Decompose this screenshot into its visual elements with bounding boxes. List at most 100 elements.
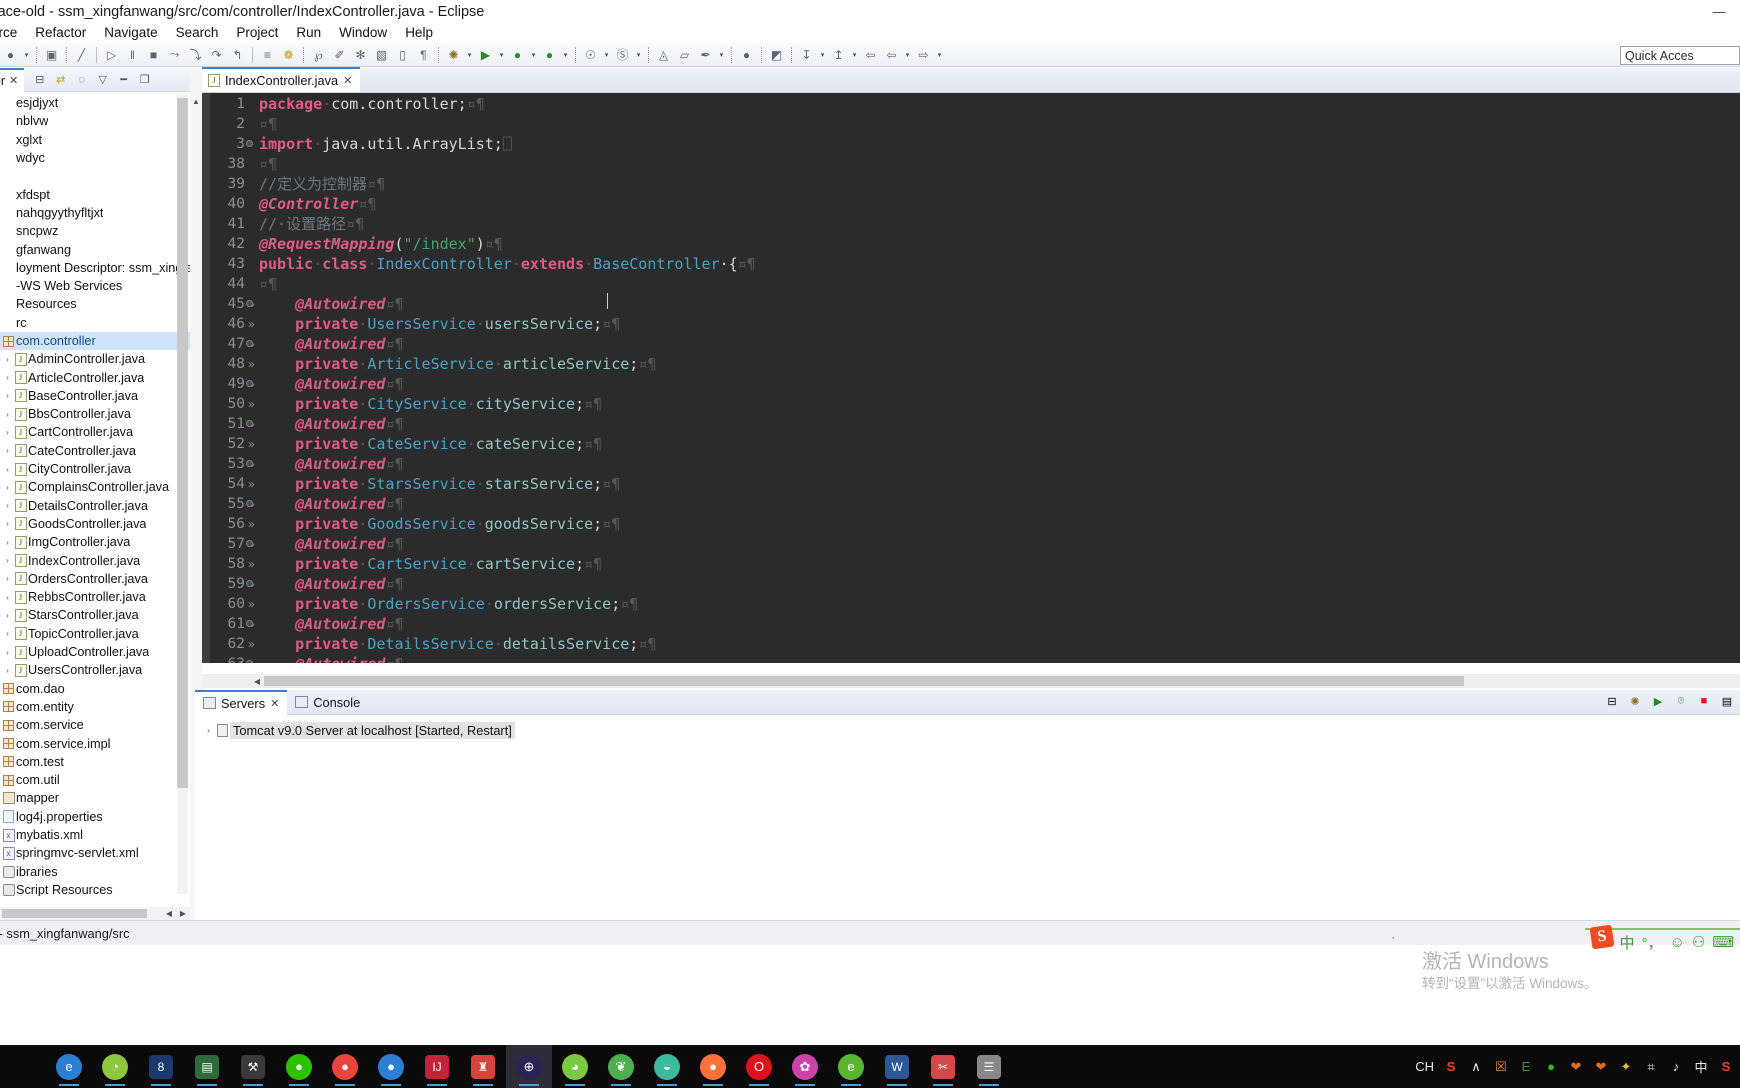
tree-item-indexcontroller-java[interactable]: › J IndexController.java bbox=[0, 551, 190, 569]
menu-item-search[interactable]: Search bbox=[167, 23, 228, 43]
open-package-icon[interactable]: ◬ bbox=[653, 45, 674, 65]
tree-item-cartcontroller-java[interactable]: › J CartController.java bbox=[0, 423, 190, 441]
chevron-left-icon[interactable]: ◀ bbox=[250, 674, 264, 688]
fold-marker[interactable] bbox=[248, 174, 259, 194]
chevron-right-icon[interactable]: › bbox=[2, 574, 13, 583]
tab-package-explorer[interactable]: lorer ✕ bbox=[0, 67, 25, 92]
code-line[interactable]: @Autowired¤¶ bbox=[259, 494, 1740, 514]
fold-marker[interactable]: » bbox=[248, 594, 259, 614]
pencil-icon[interactable]: ✐ bbox=[329, 45, 350, 65]
tree-item-com-util[interactable]: com.util bbox=[0, 771, 190, 789]
tree-item-starscontroller-java[interactable]: › J StarsController.java bbox=[0, 606, 190, 624]
code-line[interactable]: private·ArticleService·articleService;¤¶ bbox=[259, 354, 1740, 374]
code-line[interactable]: @Autowired¤¶ bbox=[259, 574, 1740, 594]
chevron-right-icon[interactable]: › bbox=[2, 593, 13, 602]
chevron-right-icon[interactable]: › bbox=[2, 611, 13, 620]
close-icon[interactable]: ✕ bbox=[343, 74, 352, 87]
tree-item-com-dao[interactable]: com.dao bbox=[0, 680, 190, 698]
taskbar-ie-icon[interactable]: e bbox=[46, 1045, 92, 1088]
menu-item-navigate[interactable]: Navigate bbox=[95, 23, 166, 43]
tree-item-goodscontroller-java[interactable]: › J GoodsController.java bbox=[0, 515, 190, 533]
tree-item-articlecontroller-java[interactable]: › J ArticleController.java bbox=[0, 368, 190, 386]
taskbar-eclipse-icon[interactable]: ⊕ bbox=[506, 1045, 552, 1088]
fold-marker[interactable]: » bbox=[248, 434, 259, 454]
chevron-right-icon[interactable]: › bbox=[2, 501, 13, 510]
tree-item-uploadcontroller-java[interactable]: › J UploadController.java bbox=[0, 643, 190, 661]
fold-marker[interactable]: » bbox=[248, 554, 259, 574]
toggle-block-icon[interactable]: ▯ bbox=[392, 45, 413, 65]
code-line[interactable]: private·StarsService·starsService;¤¶ bbox=[259, 474, 1740, 494]
profile-icon[interactable]: ● bbox=[539, 45, 560, 65]
minimize-button[interactable]: — bbox=[1698, 0, 1740, 23]
upload-dropdown[interactable]: ▾ bbox=[849, 45, 860, 65]
tree-item-nahqgyythyfltjxt[interactable]: nahqgyythyfltjxt bbox=[0, 204, 190, 222]
upload-icon[interactable]: ↥ bbox=[828, 45, 849, 65]
volume-icon[interactable]: ♪ bbox=[1668, 1059, 1684, 1074]
close-icon[interactable]: ✕ bbox=[9, 74, 18, 87]
code-line[interactable]: package·com.controller;¤¶ bbox=[259, 94, 1740, 114]
breakpoint-icon[interactable] bbox=[246, 500, 253, 507]
ime-indicator[interactable]: 中 bbox=[1693, 1057, 1709, 1076]
tab-servers[interactable]: Servers ✕ bbox=[195, 689, 288, 715]
download-dropdown[interactable]: ▾ bbox=[817, 45, 828, 65]
suspend-icon[interactable]: ‖ bbox=[122, 45, 143, 65]
sogou-status-icon[interactable]: S bbox=[1718, 1059, 1734, 1074]
tree-item-complainscontroller-java[interactable]: › J ComplainsController.java bbox=[0, 478, 190, 496]
new-wizard-dropdown[interactable]: ▾ bbox=[21, 45, 32, 65]
breakpoint-icon[interactable] bbox=[246, 140, 253, 147]
collapse-all-icon[interactable]: ⊟ bbox=[30, 71, 49, 89]
code-line[interactable]: ¤¶ bbox=[259, 154, 1740, 174]
explorer-horizontal-scrollbar[interactable]: ◀ ▶ bbox=[0, 907, 190, 920]
debug-server-icon[interactable]: ✺ bbox=[1626, 692, 1644, 710]
fold-marker[interactable] bbox=[248, 254, 259, 274]
new-server-icon[interactable]: ☉ bbox=[580, 45, 601, 65]
code-line[interactable]: @Autowired¤¶ bbox=[259, 654, 1740, 663]
link-with-editor-icon[interactable]: ⇄ bbox=[51, 71, 70, 89]
taskbar-snipaste-icon[interactable]: ✂ bbox=[920, 1045, 966, 1088]
new-server-dropdown[interactable]: ▾ bbox=[601, 45, 612, 65]
chevron-right-icon[interactable]: › bbox=[2, 556, 13, 565]
tree-item-xglxt[interactable]: xglxt bbox=[0, 131, 190, 149]
scroll-thumb[interactable] bbox=[264, 676, 1464, 686]
network-icon[interactable]: ⌗ bbox=[1643, 1059, 1659, 1075]
close-icon[interactable]: ✕ bbox=[270, 697, 279, 710]
language-indicator[interactable]: CH bbox=[1415, 1059, 1434, 1074]
scroll-thumb[interactable] bbox=[2, 909, 147, 918]
publish-icon[interactable]: ▤ bbox=[1718, 692, 1736, 710]
folding-ruler[interactable]: »»»»»»»»»»»»»»»»»»» bbox=[248, 93, 259, 663]
tree-item-springmvc-servlet-xml[interactable]: x springmvc-servlet.xml bbox=[0, 844, 190, 862]
download-icon[interactable]: ↧ bbox=[796, 45, 817, 65]
profile-server-icon[interactable]: ⌾ bbox=[1672, 692, 1690, 710]
code-line[interactable]: @Autowired¤¶ bbox=[259, 374, 1740, 394]
taskbar-chrome-icon[interactable]: ● bbox=[322, 1045, 368, 1088]
chevron-right-icon[interactable]: › bbox=[2, 629, 13, 638]
menu-item-help[interactable]: Help bbox=[396, 23, 442, 43]
tree-item-wdyc[interactable]: wdyc bbox=[0, 149, 190, 167]
taskbar-firefox-icon[interactable]: ● bbox=[690, 1045, 736, 1088]
fold-marker[interactable] bbox=[248, 114, 259, 134]
chevron-right-icon[interactable]: › bbox=[2, 648, 13, 657]
next-annotation-icon[interactable]: ✻ bbox=[350, 45, 371, 65]
previous-annotation-icon[interactable]: ℘ bbox=[308, 45, 329, 65]
code-text-area[interactable]: package·com.controller;¤¶ ¤¶ import·java.u… bbox=[259, 93, 1740, 663]
tree-item-resources[interactable]: Resources bbox=[0, 295, 190, 313]
taskbar-cloud-app-icon[interactable]: ◒ bbox=[644, 1045, 690, 1088]
last-edit-icon[interactable]: ▧ bbox=[371, 45, 392, 65]
code-line[interactable]: //·设置路径¤¶ bbox=[259, 214, 1740, 234]
tree-item-sncpwz[interactable]: sncpwz bbox=[0, 222, 190, 240]
update-tray-icon[interactable]: ✦ bbox=[1618, 1059, 1634, 1075]
chevron-right-icon[interactable]: ▶ bbox=[176, 907, 190, 920]
scroll-thumb[interactable] bbox=[177, 98, 188, 788]
tree-item-userscontroller-java[interactable]: › J UsersController.java bbox=[0, 661, 190, 679]
tree-item-com-service-impl[interactable]: com.service.impl bbox=[0, 734, 190, 752]
chevron-right-icon[interactable]: › bbox=[2, 446, 13, 455]
spring-boot-icon[interactable]: Ⓢ bbox=[612, 45, 633, 65]
breakpoint-icon[interactable] bbox=[246, 540, 253, 547]
external-dropdown[interactable]: ▾ bbox=[716, 45, 727, 65]
code-line[interactable]: ¤¶ bbox=[259, 274, 1740, 294]
code-line[interactable]: @Autowired¤¶ bbox=[259, 294, 1740, 314]
collapse-all-icon[interactable]: ⊟ bbox=[1603, 692, 1621, 710]
quick-access-input[interactable]: Quick Acces bbox=[1620, 46, 1740, 65]
fold-marker[interactable]: » bbox=[248, 394, 259, 414]
chevron-right-icon[interactable]: › bbox=[2, 666, 13, 675]
